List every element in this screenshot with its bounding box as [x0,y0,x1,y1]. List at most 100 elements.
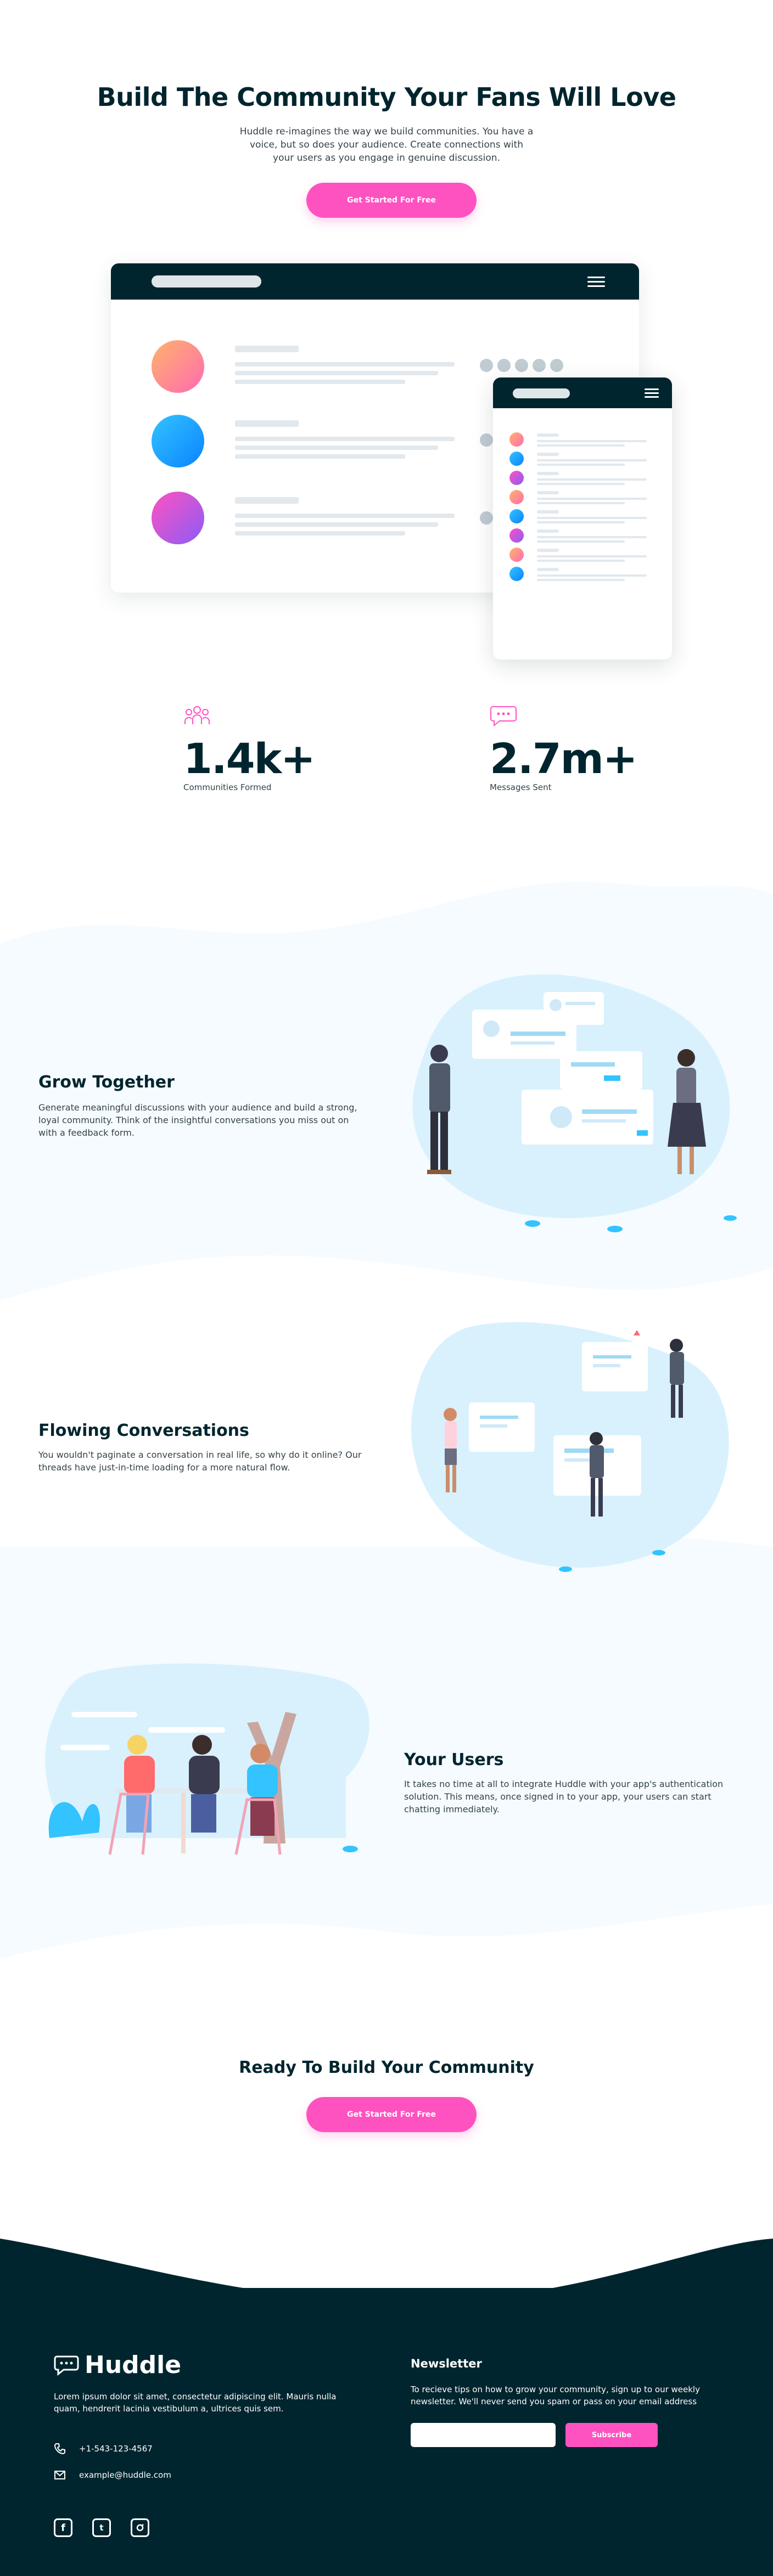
hamburger-icon [645,388,659,400]
instagram-icon[interactable] [131,2518,149,2537]
skeleton-line [537,498,647,500]
ready-cta-button[interactable]: Get Started For Free [306,2097,477,2132]
hamburger-icon [587,277,605,290]
avatar [509,452,524,466]
stat-label: Messages Sent [490,782,552,792]
status-dot [480,433,493,447]
mockup-url-bar [152,275,261,288]
status-dot [480,359,493,372]
skeleton-line [537,574,647,577]
newsletter-title: Newsletter [411,2357,482,2370]
status-dot [515,359,528,372]
your-users-illustration [45,1663,369,1855]
avatar [509,490,524,504]
newsletter-email-input[interactable] [411,2423,556,2447]
avatar [509,528,524,543]
skeleton-line [537,444,625,447]
footer-phone: +1-543-123-4567 [54,2443,153,2455]
stat-value: 2.7m+ [490,734,638,783]
feature-title: Your Users [404,1750,504,1769]
hero-title: Build The Community Your Fans Will Love [97,82,676,112]
skeleton-line [537,502,625,504]
skeleton-line [235,531,405,536]
mobile-nav-bar [493,377,672,408]
skeleton-line [235,420,299,427]
skeleton-line [537,555,647,557]
status-dot [497,359,511,372]
feature-title: Grow Together [38,1073,175,1092]
avatar [152,415,204,467]
skeleton-line [537,529,559,533]
mockup-nav-bar [111,263,639,300]
feature-body: Generate meaningful discussions with you… [38,1102,357,1138]
social-links: f t [54,2518,149,2537]
facebook-icon[interactable]: f [54,2518,72,2537]
mobile-url-bar [513,388,570,398]
skeleton-line [537,472,559,475]
email-address[interactable]: example@huddle.com [79,2469,171,2481]
skeleton-line [537,536,647,538]
skeleton-line [235,514,455,518]
phone-number: +1-543-123-4567 [79,2444,153,2454]
flowing-conversations-illustration [411,1322,729,1572]
skeleton-line [235,437,455,441]
footer-email: example@huddle.com [54,2469,171,2481]
grow-together-illustration [412,974,737,1232]
feature-body: You wouldn't paginate a conversation in … [38,1450,362,1473]
skeleton-line [235,522,438,527]
stat-value: 1.4k+ [183,734,316,783]
skeleton-line [537,459,647,461]
footer-description: Lorem ipsum dolor sit amet, consectetur … [54,2392,337,2414]
subscribe-button[interactable]: Subscribe [565,2423,658,2447]
skeleton-line [537,464,625,466]
mobile-mockup [493,377,672,659]
avatar [509,471,524,485]
avatar [509,548,524,562]
skeleton-line [537,521,625,523]
email-icon [54,2471,65,2479]
skeleton-line [235,454,405,459]
status-dot [550,359,563,372]
skeleton-line [537,483,625,485]
footer-logo-text: Huddle [85,2351,182,2379]
skeleton-line [537,549,559,552]
skeleton-line [537,510,559,514]
avatar [152,340,204,393]
twitter-icon[interactable]: t [92,2518,111,2537]
ready-title: Ready To Build Your Community [239,2058,534,2077]
skeleton-line [235,371,438,375]
skeleton-line [537,540,625,543]
messages-icon [490,706,517,726]
avatar [152,492,204,544]
skeleton-line [537,579,625,581]
avatar [509,432,524,447]
stat-label: Communities Formed [183,782,272,792]
hero-subtitle: Huddle re-imagines the way we build comm… [239,126,534,164]
footer-logo[interactable]: Huddle [54,2351,181,2379]
skeleton-line [537,568,559,571]
newsletter-text: To recieve tips on how to grow your comm… [411,2385,700,2406]
feature-body: It takes no time at all to integrate Hud… [404,1779,724,1814]
skeleton-line [235,446,438,450]
skeleton-line [537,560,625,562]
phone-icon [54,2443,65,2455]
skeleton-line [235,380,405,384]
skeleton-line [537,478,647,481]
skeleton-line [537,491,559,494]
avatar [509,509,524,523]
skeleton-line [235,362,455,367]
communities-icon [184,706,210,724]
hero-cta-button[interactable]: Get Started For Free [306,183,477,218]
skeleton-line [537,433,559,437]
instagram-glyph-icon [136,2524,144,2532]
chat-bubble-logo-icon [54,2355,79,2376]
status-dot [480,511,493,525]
status-dot [533,359,546,372]
footer: Huddle Lorem ipsum dolor sit amet, conse… [0,2288,773,2576]
avatar [509,567,524,581]
skeleton-line [537,453,559,456]
skeleton-line [537,517,647,519]
skeleton-line [235,346,299,352]
feature-title: Flowing Conversations [38,1421,249,1440]
skeleton-line [235,497,299,504]
